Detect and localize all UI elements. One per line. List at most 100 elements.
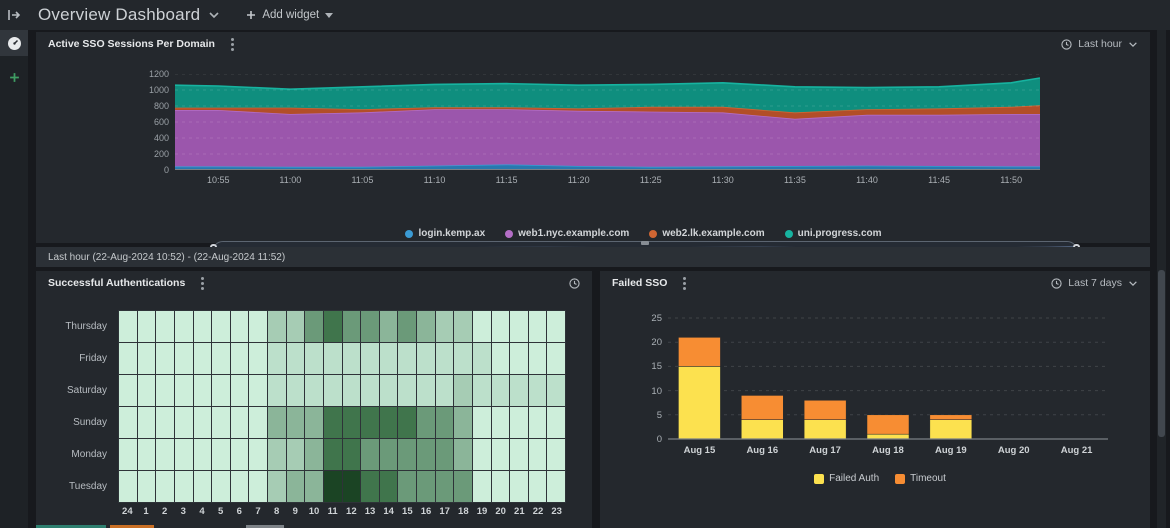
widget-menu-icon[interactable]: [683, 282, 686, 285]
heatmap-column-label: 23: [547, 506, 566, 517]
heatmap-cell: [305, 471, 323, 502]
y-axis-tick-label: 1000: [129, 85, 169, 95]
x-axis-tick-label: 11:40: [844, 175, 890, 185]
heatmap-column-label: 21: [510, 506, 529, 517]
add-widget-button[interactable]: Add widget: [246, 9, 333, 21]
heatmap-column-label: 4: [193, 506, 212, 517]
heatmap-cell: [436, 343, 454, 374]
heatmap-cell: [138, 375, 156, 406]
heatmap-cell: [305, 343, 323, 374]
heatmap-cell: [231, 439, 249, 470]
heatmap-cell: [212, 311, 230, 342]
heatmap-cell: [249, 439, 267, 470]
time-range-selector[interactable]: Last hour: [1061, 38, 1138, 50]
x-axis-tick-label: 11:45: [916, 175, 962, 185]
legend-label: Failed Auth: [829, 473, 879, 484]
failed-sso-bar-chart[interactable]: [668, 312, 1108, 440]
heatmap-column-label: 22: [529, 506, 548, 517]
heatmap-column-label: 11: [323, 506, 342, 517]
time-range-selector[interactable]: [569, 278, 580, 289]
bar-y-axis-tick-label: 10: [632, 386, 662, 397]
sidebar-expand-icon[interactable]: [0, 0, 28, 30]
x-axis-tick-label: 11:10: [412, 175, 458, 185]
heatmap-cell: [231, 311, 249, 342]
heatmap-cell: [417, 311, 435, 342]
heatmap-cell: [436, 407, 454, 438]
heatmap-cell: [287, 343, 305, 374]
time-range-label: Last hour: [1078, 38, 1122, 50]
heatmap-cell: [492, 375, 510, 406]
heatmap-cell: [529, 343, 547, 374]
dashboard-chevron-down-icon[interactable]: [208, 11, 220, 19]
heatmap-cell: [194, 311, 212, 342]
bar-y-axis-tick-label: 5: [632, 410, 662, 421]
widget-menu-icon[interactable]: [231, 43, 234, 46]
heatmap-cell: [361, 471, 379, 502]
heatmap-cell: [249, 407, 267, 438]
bar-x-axis-label: Aug 19: [923, 445, 979, 456]
heatmap-cell: [417, 407, 435, 438]
area-chart-legend: login.kemp.axweb1.nyc.example.comweb2.lk…: [211, 228, 1076, 239]
heatmap-cell: [510, 311, 528, 342]
heatmap-cell: [417, 471, 435, 502]
legend-item: uni.progress.com: [785, 228, 882, 239]
sidebar: [0, 30, 28, 528]
heatmap-cell: [361, 311, 379, 342]
widget-title: Active SSO Sessions Per Domain: [48, 38, 215, 50]
heatmap-column-label: 9: [286, 506, 305, 517]
heatmap-cell: [417, 343, 435, 374]
bar-x-axis-label: Aug 16: [734, 445, 790, 456]
legend-dot: [505, 230, 513, 238]
heatmap-cell: [343, 343, 361, 374]
authentications-heatmap[interactable]: [118, 310, 566, 503]
heatmap-cell: [492, 343, 510, 374]
heatmap-column-label: 24: [118, 506, 137, 517]
heatmap-cell: [473, 311, 491, 342]
heatmap-cell: [249, 311, 267, 342]
page-title: Overview Dashboard: [38, 5, 200, 25]
heatmap-cell: [510, 375, 528, 406]
heatmap-row-label: Monday: [36, 439, 114, 471]
heatmap-column-label: 12: [342, 506, 361, 517]
time-range-selector[interactable]: Last 7 days: [1051, 277, 1138, 289]
sidebar-item-dashboard[interactable]: [0, 30, 28, 56]
bar-x-axis-label: Aug 18: [860, 445, 916, 456]
heatmap-cell: [138, 311, 156, 342]
heatmap-column-label: 6: [230, 506, 249, 517]
heatmap-column-label: 8: [267, 506, 286, 517]
heatmap-cell: [194, 343, 212, 374]
heatmap-cell: [380, 407, 398, 438]
sso-area-chart[interactable]: [175, 74, 1040, 170]
legend-item: Failed Auth: [814, 473, 879, 484]
heatmap-cell: [380, 343, 398, 374]
heatmap-cell: [398, 343, 416, 374]
y-axis-tick-label: 1200: [129, 69, 169, 79]
heatmap-column-label: 16: [417, 506, 436, 517]
heatmap-cell: [361, 407, 379, 438]
heatmap-cell: [361, 375, 379, 406]
clock-icon: [1061, 39, 1072, 50]
heatmap-cell: [473, 439, 491, 470]
time-range-label: Last 7 days: [1068, 277, 1122, 289]
heatmap-cell: [119, 375, 137, 406]
heatmap-cell: [305, 311, 323, 342]
heatmap-cell: [380, 311, 398, 342]
expand-arrow-icon: [7, 9, 21, 21]
page-scrollbar[interactable]: [1157, 30, 1166, 528]
heatmap-cell: [156, 375, 174, 406]
widget-title: Failed SSO: [612, 277, 667, 289]
x-axis-tick-label: 11:30: [700, 175, 746, 185]
sidebar-item-add[interactable]: [0, 64, 28, 90]
page-scrollbar-thumb[interactable]: [1158, 270, 1165, 437]
heatmap-cell: [380, 439, 398, 470]
heatmap-cell: [547, 439, 565, 470]
heatmap-cell: [547, 311, 565, 342]
heatmap-column-label: 17: [435, 506, 454, 517]
widget-menu-icon[interactable]: [201, 282, 204, 285]
navigator-grip[interactable]: [641, 241, 649, 245]
heatmap-row-label: Friday: [36, 342, 114, 374]
heatmap-row-label: Tuesday: [36, 471, 114, 503]
y-axis-tick-label: 400: [129, 133, 169, 143]
legend-label: web1.nyc.example.com: [518, 228, 629, 239]
heatmap-cell: [138, 439, 156, 470]
